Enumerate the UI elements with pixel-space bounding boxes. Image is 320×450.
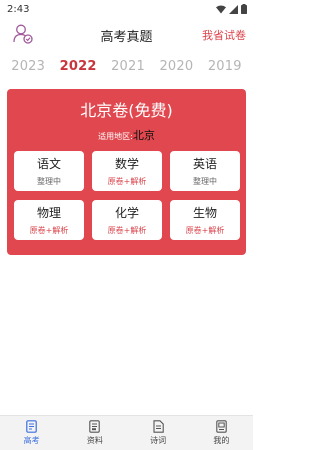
- signal-icon: [229, 4, 238, 14]
- tab-label: 我的: [213, 436, 230, 445]
- exam-paper-card: 北京卷(免费) 适用地区:北京 语文 整理中 数学 原卷+解析 英语 整理中 物…: [7, 89, 246, 255]
- paper-title: 北京卷(免费): [80, 101, 173, 120]
- exam-doc-icon: [26, 420, 37, 433]
- tab-exam[interactable]: 高考: [0, 416, 63, 450]
- battery-icon: [241, 4, 247, 14]
- tab-label: 资料: [86, 436, 103, 445]
- app-header: 高考真题 我省试卷: [0, 22, 253, 48]
- region-line: 适用地区:北京: [7, 127, 246, 143]
- subject-name: 化学: [114, 206, 139, 220]
- subject-status: 原卷+解析: [185, 226, 225, 235]
- tab-materials[interactable]: 资料: [63, 416, 126, 450]
- subject-math[interactable]: 数学 原卷+解析: [92, 151, 162, 191]
- tab-label: 诗词: [150, 436, 167, 445]
- status-time: 2:43: [7, 3, 30, 15]
- status-icons: [216, 4, 247, 14]
- poetry-icon: [153, 420, 164, 433]
- bottom-tab-bar: 高考 资料 诗词 我的: [0, 415, 253, 450]
- profile-icon: [216, 420, 227, 433]
- subject-status: 原卷+解析: [107, 177, 147, 186]
- tab-label: 高考: [23, 436, 40, 445]
- subject-name: 数学: [114, 157, 139, 171]
- subject-chinese[interactable]: 语文 整理中: [14, 151, 84, 191]
- subject-biology[interactable]: 生物 原卷+解析: [170, 200, 240, 240]
- subject-status: 整理中: [193, 177, 217, 186]
- subject-name: 语文: [36, 157, 61, 171]
- year-selector: 2023 2022 2021 2020 2019: [0, 56, 253, 76]
- year-tab-2021[interactable]: 2021: [111, 59, 145, 74]
- status-bar: 2:43: [0, 0, 253, 18]
- year-tab-2019[interactable]: 2019: [208, 59, 242, 74]
- tab-profile[interactable]: 我的: [190, 416, 253, 450]
- subject-grid: 语文 整理中 数学 原卷+解析 英语 整理中 物理 原卷+解析 化学 原卷+解析…: [14, 151, 240, 240]
- year-tab-2020[interactable]: 2020: [159, 59, 193, 74]
- subject-status: 整理中: [37, 177, 61, 186]
- subject-status: 原卷+解析: [29, 226, 69, 235]
- subject-english[interactable]: 英语 整理中: [170, 151, 240, 191]
- app-screen: 2:43 高考真题 我省试卷 2023 2022 2021 2020 2019 …: [0, 0, 253, 450]
- my-province-papers-link[interactable]: 我省试卷: [202, 27, 246, 43]
- subject-physics[interactable]: 物理 原卷+解析: [14, 200, 84, 240]
- region-label: 适用地区:: [98, 132, 133, 141]
- subject-name: 英语: [192, 157, 217, 171]
- page-title: 高考真题: [100, 29, 153, 45]
- region-value: 北京: [132, 129, 155, 142]
- wifi-icon: [216, 5, 226, 13]
- subject-name: 物理: [36, 206, 61, 220]
- tab-poetry[interactable]: 诗词: [127, 416, 190, 450]
- user-account-icon[interactable]: [12, 23, 34, 45]
- subject-chemistry[interactable]: 化学 原卷+解析: [92, 200, 162, 240]
- year-tab-2022[interactable]: 2022: [60, 59, 97, 74]
- subject-name: 生物: [192, 206, 217, 220]
- year-tab-2023[interactable]: 2023: [11, 59, 45, 74]
- subject-status: 原卷+解析: [107, 226, 147, 235]
- materials-icon: [89, 420, 101, 433]
